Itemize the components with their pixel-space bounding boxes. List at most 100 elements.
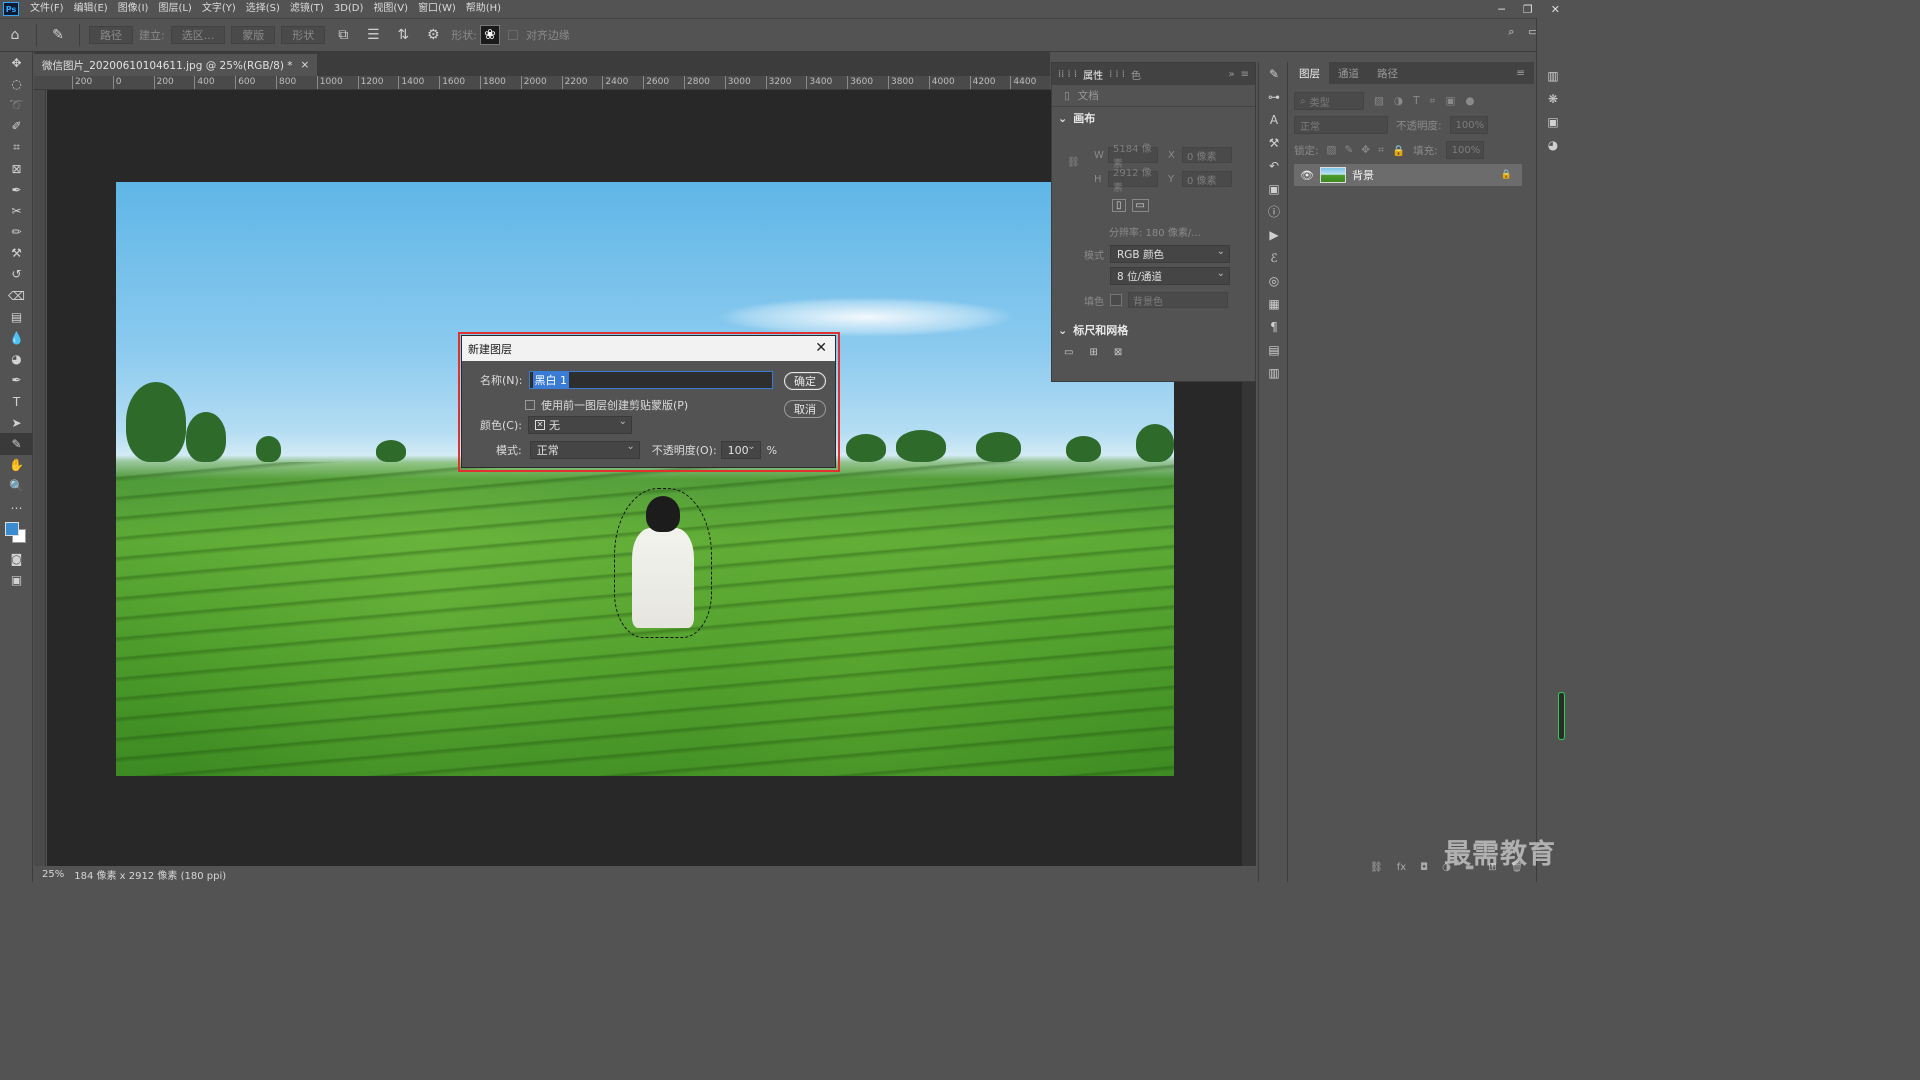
filter-adjust-icon[interactable]: ◑ <box>1394 95 1403 107</box>
gradient-tool-icon[interactable]: ▤ <box>0 306 33 327</box>
notes-icon[interactable]: ▤ <box>1259 338 1289 361</box>
path-selection-tool-icon[interactable]: ➤ <box>0 412 33 433</box>
align-edges-checkbox[interactable] <box>507 30 518 40</box>
hand-tool-icon[interactable]: ✋ <box>0 455 33 476</box>
menu-layer[interactable]: 图层(L) <box>153 0 196 18</box>
home-icon[interactable]: ⌂ <box>4 24 26 46</box>
filter-kind-select[interactable]: ⌕ 类型 <box>1294 92 1364 110</box>
clone-source-icon[interactable]: ⚒ <box>1259 131 1289 154</box>
crop-tool-icon[interactable]: ⌗ <box>0 137 33 158</box>
history-icon[interactable]: ↶ <box>1259 154 1289 177</box>
lock-all-icon[interactable]: 🔒 <box>1392 144 1405 157</box>
lock-pixels-icon[interactable]: ▨ <box>1327 144 1337 156</box>
filter-smart-icon[interactable]: ▣ <box>1445 95 1455 107</box>
path-arrangement-icon[interactable]: ⇅ <box>392 24 414 46</box>
table-icon[interactable]: ▦ <box>1259 292 1289 315</box>
close-icon[interactable]: ✕ <box>815 340 827 356</box>
height-input[interactable]: 2912 像素 <box>1108 168 1158 194</box>
y-input[interactable]: 0 像素 <box>1182 171 1232 187</box>
width-input[interactable]: 5184 像素 <box>1108 144 1158 170</box>
document-tab[interactable]: 微信图片_20200610104611.jpg @ 25%(RGB/8) * × <box>34 54 318 76</box>
fx-icon[interactable]: fx <box>1397 862 1406 873</box>
clone-stamp-tool-icon[interactable]: ⚒ <box>0 243 33 264</box>
zoom-level[interactable]: 25% <box>42 869 64 880</box>
path-operations-icon[interactable]: ⧉ <box>332 24 354 46</box>
adjustments-icon[interactable]: ⊶ <box>1259 85 1289 108</box>
color-mode-select[interactable]: RGB 颜色 <box>1110 245 1230 263</box>
rulers-grid-section-header[interactable]: ⌄ 标尺和网格 <box>1052 319 1128 341</box>
collapsed-panel-tabs[interactable]: ⁞⁞ ⁞ ⁞ <box>1058 69 1077 80</box>
eraser-tool-icon[interactable]: ⌫ <box>0 285 33 306</box>
make-mask-button[interactable]: 蒙版 <box>231 26 276 44</box>
tab-layers[interactable]: 图层 <box>1290 62 1329 84</box>
dodge-tool-icon[interactable]: ◕ <box>0 349 33 370</box>
shape-picker[interactable]: ❀ <box>479 25 500 45</box>
side-slider[interactable] <box>1558 692 1565 740</box>
clip-mask-checkbox[interactable] <box>525 400 535 410</box>
ruler-icon[interactable]: ▭ <box>1064 347 1073 358</box>
marquee-tool-icon[interactable]: ◌ <box>0 73 33 94</box>
brush-panel-icon[interactable]: ✎ <box>1259 62 1289 85</box>
search-icon[interactable]: ⌕ <box>1508 25 1514 39</box>
path-mode-select[interactable]: 路径 <box>89 26 133 44</box>
restore-icon[interactable]: ❐ <box>1523 3 1533 16</box>
menu-filter[interactable]: 滤镜(T) <box>285 0 329 18</box>
eyedropper-tool-icon[interactable]: ✒ <box>0 179 33 200</box>
filter-type-icon[interactable]: T <box>1413 95 1419 107</box>
healing-brush-tool-icon[interactable]: ✂ <box>0 200 33 221</box>
libraries-icon[interactable]: ▥ <box>1537 64 1569 87</box>
menu-view[interactable]: 视图(V) <box>368 0 413 18</box>
close-window-icon[interactable]: ✕ <box>1551 3 1560 16</box>
portrait-icon[interactable]: ▯ <box>1112 199 1126 212</box>
tab-properties[interactable]: 属性 <box>1083 67 1103 82</box>
color-select[interactable]: ✕ 无 <box>527 416 632 434</box>
menu-3d[interactable]: 3D(D) <box>329 0 369 18</box>
x-input[interactable]: 0 像素 <box>1182 147 1232 163</box>
zoom-tool-icon[interactable]: 🔍 <box>0 476 33 497</box>
lock-artboard-icon[interactable]: ⌗ <box>1378 144 1384 157</box>
quick-select-tool-icon[interactable]: ✐ <box>0 116 33 137</box>
layer-row[interactable]: 👁 背景 🔒 <box>1294 164 1522 186</box>
history-brush-tool-icon[interactable]: ↺ <box>0 264 33 285</box>
grid-icon[interactable]: ⊞ <box>1089 347 1097 358</box>
info-icon[interactable]: ⓘ <box>1259 200 1289 223</box>
patterns-icon[interactable]: ❋ <box>1537 87 1569 110</box>
brush-tool-icon[interactable]: ✏ <box>0 222 33 243</box>
ok-button[interactable]: 确定 <box>784 372 826 390</box>
frame-tool-icon[interactable]: ⊠ <box>0 158 33 179</box>
link-dimensions-icon[interactable]: ⛓ <box>1067 157 1080 168</box>
styles-icon[interactable]: ◕ <box>1537 133 1569 156</box>
menu-image[interactable]: 图像(I) <box>113 0 154 18</box>
paths-icon[interactable]: ℰ <box>1259 246 1289 269</box>
path-alignment-icon[interactable]: ☰ <box>362 24 384 46</box>
quick-mask-icon[interactable]: ◙ <box>0 548 33 569</box>
screen-mode-icon[interactable]: ▣ <box>0 569 33 590</box>
close-tab-icon[interactable]: × <box>301 59 310 71</box>
minimize-icon[interactable]: ─ <box>1498 3 1505 16</box>
lasso-tool-icon[interactable]: ➰ <box>0 94 33 115</box>
paragraph-icon[interactable]: ¶ <box>1259 315 1289 338</box>
fill-input[interactable]: 100% <box>1445 141 1484 159</box>
freeform-pen-tool-icon[interactable]: ✎ <box>47 24 69 46</box>
tab-paths[interactable]: 路径 <box>1368 62 1407 84</box>
layer-name-input[interactable]: 黑白 1 <box>528 371 773 389</box>
link-layers-icon[interactable]: ⛓ <box>1370 862 1383 873</box>
blur-tool-icon[interactable]: 💧 <box>0 327 33 348</box>
menu-select[interactable]: 选择(S) <box>241 0 285 18</box>
panel-menu-icon[interactable]: ≡ <box>1507 62 1534 84</box>
document-image[interactable] <box>116 182 1174 776</box>
lock-position-icon[interactable]: ✥ <box>1361 144 1370 156</box>
panel-menu-icon[interactable]: ≡ <box>1241 69 1249 80</box>
cancel-button[interactable]: 取消 <box>784 400 826 418</box>
filter-shape-icon[interactable]: ⌗ <box>1430 95 1436 108</box>
panel-expand-icon[interactable]: » <box>1228 69 1234 80</box>
character-panel-icon[interactable]: A <box>1259 108 1289 131</box>
collapsed-panel-tabs[interactable]: ⁞ ⁞ ⁞ <box>1109 69 1125 80</box>
3d-icon[interactable]: ◎ <box>1259 269 1289 292</box>
opacity-input[interactable]: 100 <box>720 441 761 459</box>
eye-icon[interactable]: 👁 <box>1300 169 1314 182</box>
add-mask-icon[interactable]: ◘ <box>1420 862 1428 873</box>
pen-tool-icon[interactable]: ✒ <box>0 370 33 391</box>
menu-type[interactable]: 文字(Y) <box>197 0 241 18</box>
freeform-pen-tool-icon[interactable]: ✎ <box>0 433 33 455</box>
